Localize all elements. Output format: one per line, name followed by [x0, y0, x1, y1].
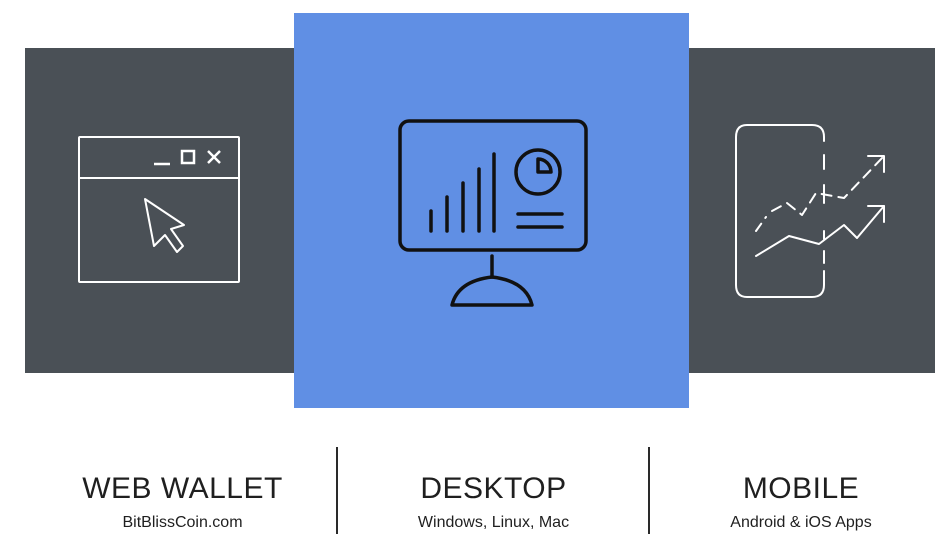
- web-wallet-caption: WEB WALLET BitBlissCoin.com: [25, 472, 340, 534]
- mobile-card[interactable]: [689, 48, 935, 373]
- web-wallet-card[interactable]: [25, 48, 295, 373]
- monitor-analytics-icon: [397, 118, 588, 307]
- desktop-card[interactable]: [294, 13, 689, 408]
- desktop-subtitle: Windows, Linux, Mac: [417, 514, 570, 531]
- smartphone-growth-icon: [735, 123, 885, 298]
- mobile-caption: MOBILE Android & iOS Apps: [650, 472, 935, 534]
- mobile-title: MOBILE: [742, 472, 860, 505]
- desktop-caption: DESKTOP Windows, Linux, Mac: [337, 472, 650, 534]
- web-wallet-title: WEB WALLET: [82, 472, 283, 505]
- desktop-title: DESKTOP: [420, 472, 567, 505]
- web-wallet-subtitle[interactable]: BitBlissCoin.com: [25, 512, 340, 534]
- browser-window-cursor-icon: [78, 135, 240, 283]
- mobile-subtitle: Android & iOS Apps: [730, 514, 872, 531]
